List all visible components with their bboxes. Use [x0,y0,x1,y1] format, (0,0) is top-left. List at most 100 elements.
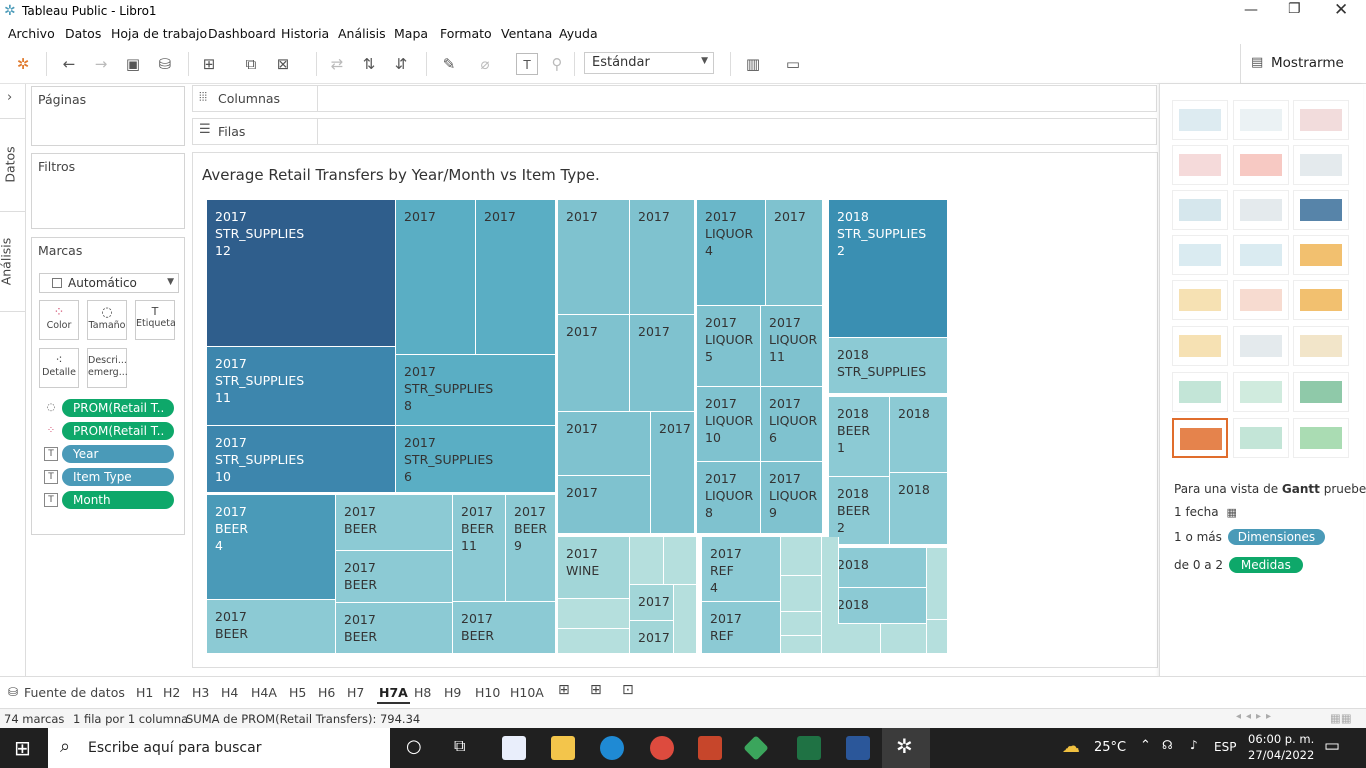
treemap-cell[interactable]: 2017 [651,412,695,534]
treemap-cell[interactable]: 2017 REF [702,602,781,654]
treemap-cell[interactable]: 2017 [630,585,674,621]
treemap-cell[interactable]: 2018 [829,588,927,624]
sheet-tab-h7[interactable]: H7 [347,685,364,700]
show-me-chart-thumbnail[interactable] [1233,145,1289,185]
show-me-button[interactable]: ▤ Mostrarme [1240,44,1366,84]
treemap-cell[interactable]: 2017 BEER [453,602,556,654]
treemap-cell[interactable]: 2017 STR_SUPPLIES 6 [396,426,556,493]
menu-datos[interactable]: Datos [65,26,101,41]
treemap-cell[interactable] [630,537,664,585]
treemap-cell[interactable]: 2018 [890,397,948,473]
presentation-icon[interactable]: ▭ [782,53,804,75]
treemap-cell[interactable]: 2017 BEER [207,600,336,654]
sort-asc-icon[interactable]: ⇅ [358,53,380,75]
swap-icon[interactable]: ⇄ [326,53,348,75]
new-dashboard-icon[interactable]: ⊞ [590,682,602,698]
treemap-cell[interactable] [781,612,822,636]
treemap-cell[interactable]: 2017 LIQUOR 5 [697,306,761,387]
treemap-cell[interactable]: 2017 [558,315,630,412]
treemap-cell[interactable]: 2018 [829,548,927,588]
show-me-chart-thumbnail[interactable] [1172,190,1228,230]
sheet-tab-h10[interactable]: H10 [475,685,500,700]
sheet-tab-h3[interactable]: H3 [192,685,209,700]
highlight-icon[interactable]: ✎ [438,53,460,75]
show-me-chart-thumbnail[interactable] [1233,418,1289,458]
sort-desc-icon[interactable]: ⇵ [390,53,412,75]
windows-start-icon[interactable]: ⊞ [14,736,31,760]
network-icon[interactable]: ☊ [1162,738,1173,752]
treemap-cell[interactable]: 2017 [558,200,630,315]
excel-icon[interactable] [797,736,821,760]
tableau-app-icon[interactable] [743,735,769,761]
treemap-cell[interactable]: 2017 BEER [336,551,453,603]
treemap-cell[interactable]: 2017 LIQUOR 10 [697,387,761,462]
sheet-tab-h7a[interactable]: H7A [377,683,410,704]
treemap-cell[interactable] [558,599,630,629]
pin-icon[interactable]: ⚲ [546,53,568,75]
treemap-cell[interactable] [829,624,881,654]
notifications-icon[interactable]: ▭ [1324,736,1340,756]
menu-hoja-de-trabajo[interactable]: Hoja de trabajo [111,26,207,41]
treemap-cell[interactable] [881,624,927,654]
size-button[interactable]: ◌ Tamaño [87,300,127,340]
show-me-chart-thumbnail[interactable] [1293,235,1349,275]
chrome-icon[interactable] [650,736,674,760]
show-me-chart-thumbnail[interactable] [1293,418,1349,458]
treemap-cell[interactable]: 2017 STR_SUPPLIES 8 [396,355,556,426]
show-me-chart-thumbnail[interactable] [1233,372,1289,412]
show-me-chart-thumbnail[interactable] [1172,326,1228,366]
treemap-cell[interactable] [781,636,822,654]
show-me-chart-thumbnail[interactable] [1172,280,1228,320]
treemap-cell[interactable]: 2017 LIQUOR 4 [697,200,766,306]
tab-analysis[interactable]: Análisis [0,212,26,312]
sheet-tab-h8[interactable]: H8 [414,685,431,700]
redo-icon[interactable]: → [90,53,112,75]
treemap-cell[interactable]: 2018 BEER 2 [829,477,890,545]
detail-button[interactable]: ⁖ Detalle [39,348,79,388]
rows-shelf[interactable]: ☰ Filas [192,118,1157,145]
task-view-icon[interactable]: ⧉ [454,736,465,756]
sheet-tab-h2[interactable]: H2 [163,685,180,700]
clock-date[interactable]: 27/04/2022 [1248,748,1314,762]
menu-formato[interactable]: Formato [440,26,492,41]
powerpoint-icon[interactable] [698,736,722,760]
treemap-cell[interactable]: 2017 BEER 11 [453,495,506,602]
treemap-cell[interactable]: 2017 [558,412,651,476]
show-me-chart-thumbnail[interactable] [1172,235,1228,275]
marks-field-item-type[interactable]: Item Type [62,468,174,486]
menu-analisis[interactable]: Análisis [338,26,386,41]
new-sheet-icon[interactable]: ⊞ [198,53,220,75]
treemap-cell[interactable]: 2017 BEER [336,603,453,654]
sheet-tab-h1[interactable]: H1 [136,685,153,700]
treemap-cell[interactable]: 2017 STR_SUPPLIES 12 [207,200,396,347]
file-explorer-icon[interactable] [551,736,575,760]
treemap-cell[interactable] [674,585,697,654]
show-me-chart-thumbnail[interactable] [1233,100,1289,140]
add-datasource-icon[interactable]: ⛁ [154,53,176,75]
nav-arrows-icon[interactable]: ◂◂▸▸ [1236,711,1276,722]
show-me-chart-thumbnail[interactable] [1293,372,1349,412]
treemap-cell[interactable]: 2017 LIQUOR 8 [697,462,761,534]
menu-historia[interactable]: Historia [281,26,329,41]
treemap-cell[interactable]: 2017 [396,200,476,355]
sheet-tab-h4a[interactable]: H4A [251,685,277,700]
new-story-icon[interactable]: ⊡ [622,682,634,698]
show-me-chart-thumbnail[interactable] [1233,280,1289,320]
show-me-chart-thumbnail[interactable] [1172,418,1228,458]
marks-field-year[interactable]: Year [62,445,174,463]
treemap-cell[interactable]: 2018 [890,473,948,545]
mark-type-dropdown[interactable]: Automático ▼ [39,273,179,293]
treemap-cell[interactable]: 2017 [558,476,651,534]
treemap-cell[interactable]: 2017 REF 4 [702,537,781,602]
fit-dropdown[interactable]: Estándar ▼ [584,52,714,74]
treemap-cell[interactable]: 2017 STR_SUPPLIES 11 [207,347,396,426]
duplicate-sheet-icon[interactable]: ⧉ [240,53,262,75]
edge-icon[interactable] [600,736,624,760]
show-me-chart-thumbnail[interactable] [1233,326,1289,366]
menu-ventana[interactable]: Ventana [501,26,552,41]
treemap-cell[interactable]: 2017 WINE [558,537,630,599]
marks-field-color[interactable]: PROM(Retail T.. [62,422,174,440]
color-button[interactable]: ⁘ Color [39,300,79,340]
close-icon[interactable]: ✕ [1334,0,1348,20]
clear-sheet-icon[interactable]: ⊠ [272,53,294,75]
